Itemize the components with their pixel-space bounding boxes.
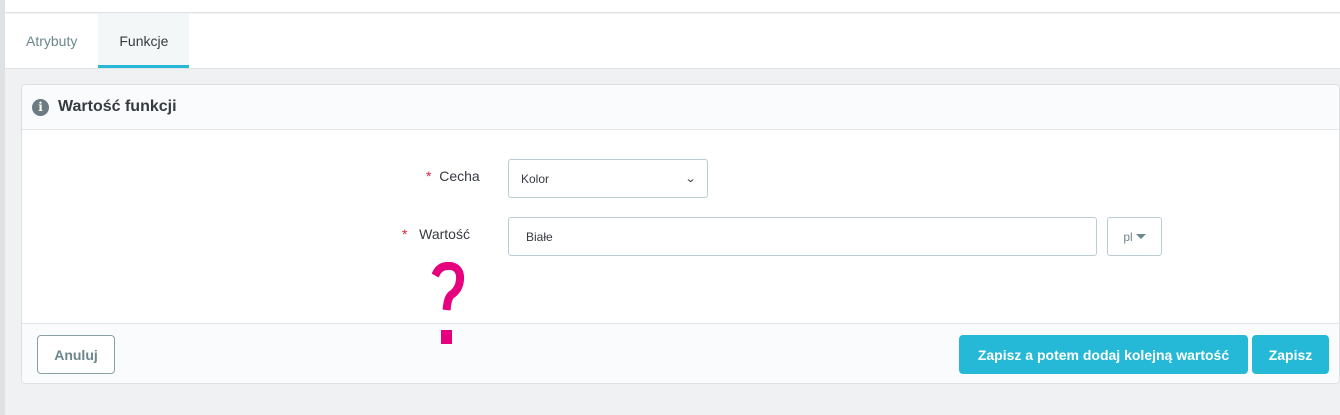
save-and-add-button[interactable]: Zapisz a potem dodaj kolejną wartość [959, 335, 1248, 374]
feature-label: * Cecha [426, 168, 480, 184]
feature-select-value: Kolor [521, 171, 550, 186]
panel-header: i Wartość funkcji [22, 85, 1339, 130]
value-input[interactable]: Białe [508, 217, 1097, 256]
tab-attributes[interactable]: Atrybuty [5, 14, 98, 68]
value-label: * Wartość [402, 226, 470, 242]
value-input-text: Białe [526, 229, 553, 244]
feature-label-text: Cecha [439, 168, 480, 184]
feature-value-panel: i Wartość funkcji * Cecha Kolor ⌄ * Wart… [21, 84, 1340, 384]
cancel-button[interactable]: Anuluj [37, 335, 115, 374]
required-mark: * [426, 168, 432, 184]
question-mark-annotation [432, 262, 465, 344]
tab-bar: Atrybuty Funkcje [5, 14, 1340, 69]
chevron-down-icon: ⌄ [684, 173, 697, 185]
info-icon: i [32, 98, 49, 116]
language-code: pl [1123, 229, 1133, 244]
panel-footer: Anuluj Zapisz a potem dodaj kolejną wart… [22, 323, 1339, 383]
caret-down-icon [1135, 234, 1146, 239]
panel-title: Wartość funkcji [58, 98, 177, 115]
language-dropdown-button[interactable]: pl [1107, 217, 1162, 256]
tab-features[interactable]: Funkcje [98, 14, 190, 68]
value-label-text: Wartość [419, 226, 470, 242]
required-mark: * [402, 226, 408, 242]
feature-select[interactable]: Kolor ⌄ [508, 159, 708, 198]
save-button[interactable]: Zapisz [1252, 335, 1329, 374]
top-strip [5, 0, 1340, 13]
